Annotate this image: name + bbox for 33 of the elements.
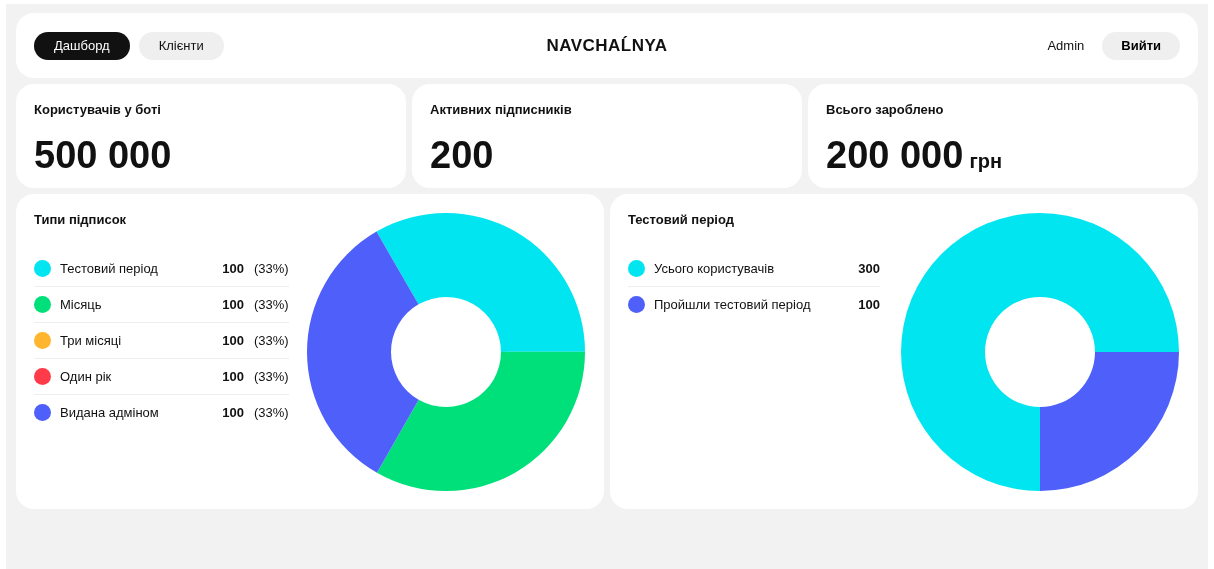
legend-label: Тестовий період <box>60 261 159 276</box>
stat-label: Всього зароблено <box>826 102 944 117</box>
stat-label: Активних підписників <box>430 102 572 117</box>
legend-label: Один рік <box>60 369 113 384</box>
legend-percent: (33%) <box>254 405 289 420</box>
legend-count: 100 <box>221 261 244 276</box>
legend-label: Усього користувачів <box>654 261 776 276</box>
stat-value: 200 <box>430 134 494 177</box>
stat-value: 200 000 <box>826 134 964 177</box>
legend-label: Три місяці <box>60 333 122 348</box>
stat-unit: грн <box>969 150 1002 173</box>
legend-count: 100 <box>221 405 244 420</box>
nav-tab[interactable]: Дашборд <box>34 31 130 60</box>
legend-label: Пройшли тестовий період <box>654 297 812 312</box>
card-title: Типи підписок <box>34 212 127 227</box>
legend-count: 100 <box>221 333 244 348</box>
legend-count: 100 <box>857 297 880 312</box>
legend-percent: (33%) <box>254 333 289 348</box>
stat-value: 500 000 <box>34 134 172 177</box>
legend-percent: (33%) <box>254 297 289 312</box>
card-title: Тестовий період <box>628 212 734 227</box>
legend-count: 300 <box>857 261 880 276</box>
nav-tab[interactable]: Клієнти <box>138 31 224 60</box>
logo: NAVCHAĹNYA <box>546 35 668 56</box>
legend-label: Видана адміном <box>60 405 160 420</box>
legend-percent: (33%) <box>254 369 289 384</box>
logout-button[interactable]: Вийти <box>1102 31 1180 60</box>
legend-count: 100 <box>221 297 244 312</box>
legend-percent: (33%) <box>254 261 289 276</box>
stat-label: Користувачів у боті <box>34 102 161 117</box>
legend-label: Місяць <box>60 297 103 312</box>
legend-count: 100 <box>221 369 244 384</box>
user-name: Admin <box>1047 38 1085 53</box>
